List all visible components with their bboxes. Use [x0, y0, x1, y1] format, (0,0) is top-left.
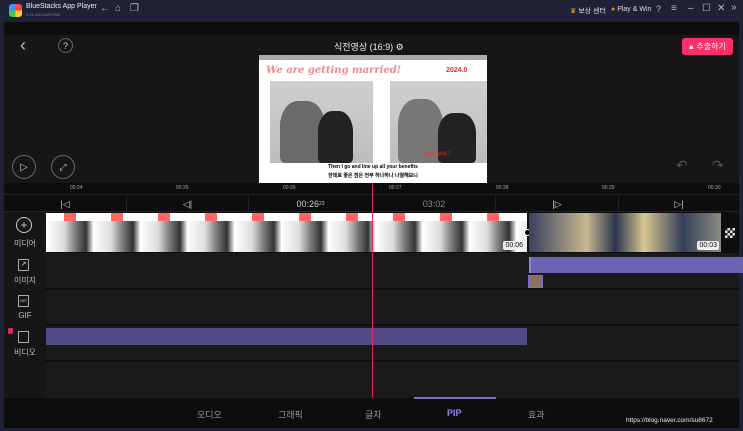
minimize-icon[interactable]: – [688, 3, 694, 14]
back-icon[interactable]: ← [100, 3, 110, 14]
undo-icon[interactable]: ↶ [676, 157, 688, 174]
app-name: BlueStacks App Player [26, 3, 97, 10]
video-pip-clip[interactable] [46, 328, 527, 345]
gif-label: GIF [18, 311, 32, 320]
tab-pip[interactable]: PIP [447, 408, 462, 418]
project-title-text: 식전영상 (16:9) [334, 42, 394, 52]
tab-effect[interactable]: 효과 [528, 408, 545, 421]
title-bar: BlueStacks App Player 5.21.210.1020 P64 … [0, 0, 743, 22]
multi-instance-icon[interactable]: ❐ [130, 3, 139, 14]
preview-subtitle-en: Then I go and line up all your benefits [328, 164, 418, 170]
current-time-text: 00:26 [296, 199, 319, 209]
total-time: 03:02 [373, 195, 496, 213]
lock-icon: 🔒︎ [689, 41, 694, 51]
grid-view-icon[interactable] [725, 228, 735, 238]
ruler-tick: 00:25 [176, 185, 189, 191]
sidebar-toggle-icon[interactable]: » [731, 2, 737, 13]
export-label: 추출하기 [696, 42, 726, 51]
coin-icon: ● [611, 6, 616, 13]
gif-track-icon[interactable]: GIF [18, 295, 29, 307]
bluestacks-logo [9, 4, 22, 17]
playhead[interactable] [372, 183, 373, 398]
pip-image-clip[interactable] [529, 257, 743, 273]
bottom-tab-bar: 오디오 그래픽 글자 PIP 효과 https://blog.naver.com… [4, 397, 739, 428]
back-button[interactable]: ‹ [20, 35, 26, 56]
video-label: 비디오 [13, 348, 37, 357]
media-clip-2[interactable]: 00:03 [529, 213, 721, 252]
maximize-icon[interactable]: ☐ [702, 3, 711, 14]
gif-icon-text: GIF [20, 298, 27, 303]
video-track-icon[interactable] [18, 331, 29, 343]
ruler-tick: 00:27 [389, 185, 402, 191]
add-media-button[interactable]: + [16, 217, 32, 233]
close-icon[interactable]: ✕ [717, 3, 725, 14]
tab-audio[interactable]: 오디오 [197, 408, 222, 421]
ruler-tick: 00:24 [70, 185, 83, 191]
settings-gear-icon[interactable]: ⚙ [396, 42, 404, 52]
crown-icon: ♛ [570, 8, 577, 15]
home-icon[interactable]: ⌂ [115, 3, 121, 14]
play-button[interactable]: ▷ [12, 155, 36, 179]
current-time: 00:26 23 [249, 195, 373, 213]
track-labels: + 미디어 ↗ 이미지 GIF GIF 비디오 [4, 212, 46, 398]
media-clip-1[interactable]: 00:06 [46, 213, 527, 252]
clip1-duration: 00:06 [503, 241, 525, 250]
ruler-tick: 00:26 [283, 185, 296, 191]
preview-headline: We are getting married! [266, 65, 402, 76]
app-version: 5.21.210.1020 P64 [26, 12, 60, 17]
ruler-tick: 00:30 [708, 185, 721, 191]
next-frame-button[interactable]: |▷ [496, 195, 619, 213]
track-lock-icon[interactable] [8, 328, 13, 334]
preview-top-bar [259, 55, 487, 60]
preview-love-text: I love you ! [421, 151, 451, 157]
clip2-duration: 00:03 [697, 241, 719, 250]
play-win-button[interactable]: ● Play & Win [611, 6, 651, 13]
clip-header-strip [46, 213, 527, 221]
preview-subtitle-ko: 한데로 좋은 점은 전부 하나하나 나열해보니 [328, 173, 418, 179]
tab-text[interactable]: 글자 [365, 408, 382, 421]
ruler-tick: 00:28 [496, 185, 509, 191]
active-tab-indicator [414, 397, 496, 399]
pip-image-thumbnail[interactable] [528, 275, 543, 288]
project-title[interactable]: 식전영상 (16:9) ⚙ [334, 40, 404, 53]
jump-start-button[interactable]: |◁ [4, 195, 127, 213]
video-preview[interactable]: We are getting married! 2024.0 I love yo… [259, 55, 487, 183]
prev-frame-button[interactable]: ◁| [127, 195, 249, 213]
menu-icon[interactable]: ≡ [671, 3, 677, 14]
photo-left [270, 81, 373, 163]
preview-date: 2024.0 [446, 67, 468, 74]
jump-end-button[interactable]: ▷| [619, 195, 739, 213]
watermark: https://blog.naver.com/su8672 [626, 417, 713, 424]
help-icon[interactable]: ? [656, 4, 661, 14]
play-win-label: Play & Win [617, 6, 652, 13]
image-track-icon[interactable]: ↗ [18, 259, 29, 271]
reward-center-button[interactable]: ♛ 보상 센터 [570, 6, 606, 16]
help-button[interactable]: ? [58, 38, 73, 53]
total-time-text: 03:02 [422, 199, 446, 209]
media-label: 미디어 [13, 239, 37, 248]
reward-center-label: 보상 센터 [578, 8, 606, 15]
redo-icon[interactable]: ↷ [712, 157, 724, 174]
export-button[interactable]: 🔒︎ 추출하기 [682, 38, 733, 55]
ruler-tick: 00:29 [602, 185, 615, 191]
image-label: 이미지 [13, 276, 37, 285]
fullscreen-button[interactable]: ⤢ [51, 155, 75, 179]
tab-graphic[interactable]: 그래픽 [278, 408, 303, 421]
current-frame: 23 [318, 201, 325, 207]
